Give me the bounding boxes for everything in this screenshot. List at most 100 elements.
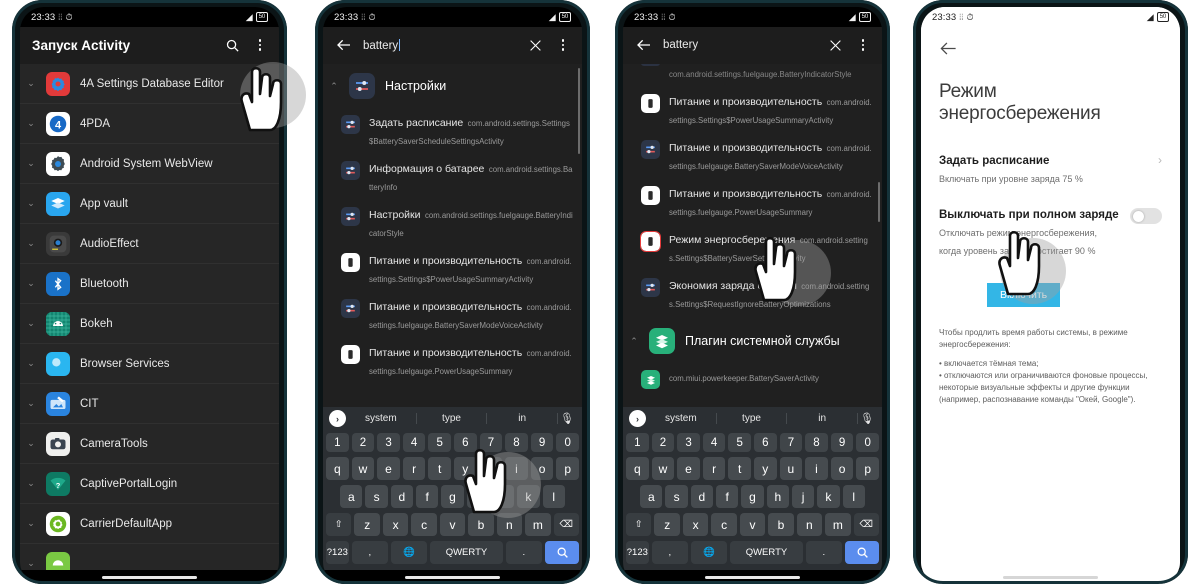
- key-3[interactable]: 3: [677, 433, 700, 452]
- list-item[interactable]: ⌄ App vault: [20, 184, 279, 224]
- globe-icon[interactable]: 🌐: [690, 541, 728, 564]
- key-5[interactable]: 5: [428, 433, 451, 452]
- key-b[interactable]: b: [468, 513, 494, 536]
- key-t[interactable]: t: [728, 457, 751, 480]
- suggestion-item[interactable]: in: [487, 413, 559, 424]
- space-key[interactable]: QWERTY: [730, 541, 803, 564]
- search-key-icon[interactable]: [545, 541, 579, 564]
- key-z[interactable]: z: [654, 513, 680, 536]
- search-icon[interactable]: [223, 36, 241, 54]
- expand-chevron-icon[interactable]: ›: [629, 410, 646, 427]
- key-c[interactable]: c: [711, 513, 737, 536]
- result-item[interactable]: Питание и производительность com.android…: [623, 133, 882, 179]
- chevron-down-icon[interactable]: ⌄: [26, 198, 36, 209]
- chevron-down-icon[interactable]: ⌄: [26, 438, 36, 449]
- key-e[interactable]: e: [677, 457, 700, 480]
- key-n[interactable]: n: [796, 513, 823, 536]
- result-item-partial[interactable]: com.miui.powerkeeper.BatterySaverActivit…: [623, 363, 882, 394]
- key-h[interactable]: h: [466, 485, 489, 508]
- chevron-down-icon[interactable]: ⌄: [26, 478, 36, 489]
- result-group-header[interactable]: ⌃ Плагин системной службы: [623, 319, 882, 363]
- key-r[interactable]: r: [402, 457, 426, 480]
- list-item[interactable]: ⌄ Bluetooth: [20, 264, 279, 304]
- chevron-down-icon[interactable]: ⌄: [26, 518, 36, 529]
- activity-list[interactable]: ⌄ 4A Settings Database Editor ⌄ 4 4PDA ⌄: [20, 64, 279, 570]
- clear-x-icon[interactable]: [826, 36, 844, 54]
- period-key[interactable]: .: [805, 541, 842, 564]
- key-h[interactable]: h: [766, 485, 789, 508]
- chevron-up-icon[interactable]: ⌃: [629, 336, 639, 347]
- key-k[interactable]: k: [817, 485, 840, 508]
- key-l[interactable]: l: [842, 485, 865, 508]
- key-i[interactable]: i: [505, 457, 528, 480]
- key-q[interactable]: q: [626, 457, 649, 480]
- key-r[interactable]: r: [702, 457, 726, 480]
- search-input[interactable]: battery: [363, 38, 516, 52]
- chevron-up-icon[interactable]: ⌃: [329, 81, 339, 92]
- key-j[interactable]: j: [491, 485, 515, 508]
- back-arrow-icon[interactable]: [335, 36, 353, 54]
- clear-x-icon[interactable]: [526, 36, 544, 54]
- result-item[interactable]: Информация о батарее com.android.setting…: [323, 154, 582, 200]
- result-item[interactable]: Питание и производительность com.android…: [323, 292, 582, 338]
- key-4[interactable]: 4: [702, 433, 726, 452]
- key-c[interactable]: c: [411, 513, 437, 536]
- key-g[interactable]: g: [741, 485, 764, 508]
- key-y[interactable]: y: [454, 457, 477, 480]
- suggestion-item[interactable]: system: [346, 413, 417, 424]
- key-n[interactable]: n: [496, 513, 523, 536]
- key-a[interactable]: a: [340, 485, 363, 508]
- result-group-header[interactable]: ⌃ Настройки: [323, 64, 582, 108]
- result-item[interactable]: Экономия заряда батареи com.android.sett…: [623, 271, 882, 317]
- emoji-comma-key[interactable]: ,: [351, 541, 388, 564]
- key-8[interactable]: 8: [805, 433, 828, 452]
- suggestion-item[interactable]: type: [417, 413, 488, 424]
- list-item[interactable]: ⌄ CameraTools: [20, 424, 279, 464]
- globe-icon[interactable]: 🌐: [390, 541, 428, 564]
- chevron-down-icon[interactable]: ⌄: [26, 158, 36, 169]
- key-x[interactable]: x: [382, 513, 409, 536]
- keyboard-3[interactable]: › system type in 🎙 1 2 3 4 5 6 7 8 9 0 q…: [623, 406, 882, 570]
- key-9[interactable]: 9: [830, 433, 854, 452]
- chevron-down-icon[interactable]: ⌄: [26, 78, 36, 89]
- key-l[interactable]: l: [542, 485, 565, 508]
- suggestion-item[interactable]: system: [646, 413, 717, 424]
- result-item[interactable]: Задать расписание com.android.settings.S…: [323, 108, 582, 154]
- key-d[interactable]: d: [690, 485, 714, 508]
- toggle-off-icon[interactable]: [1130, 208, 1162, 224]
- key-b[interactable]: b: [768, 513, 794, 536]
- search-results-2[interactable]: ⌃ Настройки Задать расписание com.androi…: [323, 64, 582, 407]
- list-item[interactable]: ⌄ Browser Services: [20, 344, 279, 384]
- chevron-down-icon[interactable]: ⌄: [26, 398, 36, 409]
- search-key-icon[interactable]: [845, 541, 879, 564]
- key-f[interactable]: f: [716, 485, 739, 508]
- back-arrow-icon[interactable]: [939, 31, 1162, 63]
- key-6[interactable]: 6: [454, 433, 477, 452]
- overflow-menu-icon[interactable]: [554, 36, 572, 54]
- key-p[interactable]: p: [856, 457, 879, 480]
- mic-icon[interactable]: 🎙: [558, 412, 576, 425]
- result-item[interactable]: Питание и производительность com.android…: [623, 87, 882, 133]
- list-item[interactable]: ⌄ ? CaptivePortalLogin: [20, 464, 279, 504]
- key-3[interactable]: 3: [377, 433, 400, 452]
- key-f[interactable]: f: [416, 485, 439, 508]
- result-item-selected[interactable]: Режим энергосбережения com.android.setti…: [623, 225, 882, 271]
- suggestion-item[interactable]: in: [787, 413, 859, 424]
- result-item[interactable]: Настройки com.android.settings.fuelgauge…: [323, 200, 582, 246]
- list-item[interactable]: ⌄ 4A Settings Database Editor: [20, 64, 279, 104]
- key-w[interactable]: w: [651, 457, 675, 480]
- key-u[interactable]: u: [779, 457, 803, 480]
- list-item[interactable]: ⌄: [20, 544, 279, 570]
- key-2[interactable]: 2: [351, 433, 375, 452]
- key-4[interactable]: 4: [402, 433, 426, 452]
- key-s[interactable]: s: [665, 485, 688, 508]
- chevron-down-icon[interactable]: ⌄: [26, 558, 36, 569]
- key-o[interactable]: o: [830, 457, 854, 480]
- key-1[interactable]: 1: [326, 433, 349, 452]
- key-6[interactable]: 6: [754, 433, 777, 452]
- key-0[interactable]: 0: [556, 433, 579, 452]
- result-item[interactable]: Питание и производительность com.android…: [623, 179, 882, 225]
- enable-button[interactable]: Включить: [987, 283, 1061, 307]
- chevron-down-icon[interactable]: ⌄: [26, 358, 36, 369]
- backspace-icon[interactable]: ⌫: [553, 513, 579, 536]
